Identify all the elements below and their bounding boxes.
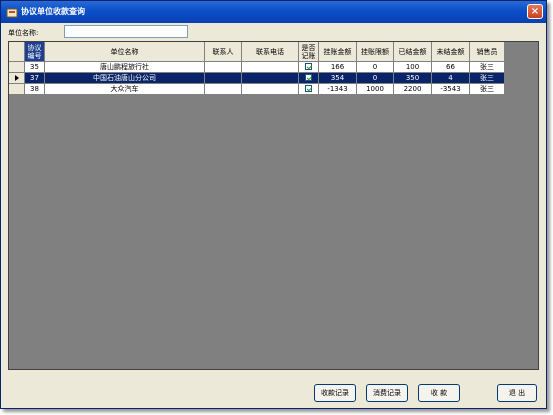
- column-header-label: 单位名称: [110, 47, 139, 56]
- cell-unsettled[interactable]: 66: [432, 62, 470, 73]
- charged-checkbox[interactable]: [305, 74, 312, 81]
- cell-charged[interactable]: [299, 84, 319, 95]
- grid-corner: [9, 42, 25, 62]
- title-bar[interactable]: 协议单位收款查询 ×: [1, 1, 546, 23]
- window-title: 协议单位收款查询: [21, 7, 85, 16]
- unit-name-label: 单位名称:: [8, 29, 39, 37]
- cell-salesperson[interactable]: 张三: [470, 62, 505, 73]
- column-header-label: 挂账限额: [361, 47, 389, 56]
- column-header-label: 已结金额: [398, 47, 427, 56]
- table-row[interactable]: 35 唐山鹏程旅行社 166 0 100 66 张三: [9, 62, 538, 73]
- column-header-id[interactable]: 协议编号: [25, 42, 45, 62]
- unit-name-input[interactable]: [64, 25, 188, 38]
- column-header-limit[interactable]: 挂账限额: [357, 42, 394, 62]
- receipt-record-button[interactable]: 收款记录: [314, 384, 356, 402]
- column-header-label: 协议编号: [27, 43, 42, 60]
- cell-limit[interactable]: 0: [357, 62, 394, 73]
- cell-contact[interactable]: [205, 62, 242, 73]
- current-row-arrow-icon: [14, 75, 19, 81]
- close-button[interactable]: ×: [527, 4, 543, 19]
- query-window: 协议单位收款查询 × 单位名称: 协议编号 单位名称 联系人 联系电话 是否记账…: [0, 0, 547, 409]
- cell-amount[interactable]: -1343: [319, 84, 357, 95]
- column-header-label: 挂账金额: [323, 47, 352, 56]
- column-header-phone[interactable]: 联系电话: [242, 42, 299, 62]
- charged-checkbox[interactable]: [305, 63, 312, 70]
- cell-name[interactable]: 中国石油唐山分公司: [45, 73, 205, 84]
- cell-charged[interactable]: [299, 62, 319, 73]
- column-header-label: 联系人: [212, 47, 234, 56]
- cell-limit[interactable]: 0: [357, 73, 394, 84]
- row-indicator[interactable]: [9, 62, 25, 73]
- cell-amount[interactable]: 354: [319, 73, 357, 84]
- column-header-contact[interactable]: 联系人: [205, 42, 242, 62]
- close-icon: ×: [530, 6, 540, 17]
- exit-button[interactable]: 退 出: [497, 384, 537, 402]
- cell-name[interactable]: 大众汽车: [45, 84, 205, 95]
- cell-salesperson[interactable]: 张三: [470, 84, 505, 95]
- cell-charged[interactable]: [299, 73, 319, 84]
- cell-settled[interactable]: 100: [394, 62, 432, 73]
- column-header-name[interactable]: 单位名称: [45, 42, 205, 62]
- column-header-charged[interactable]: 是否记账: [299, 42, 319, 62]
- column-header-label: 未结金额: [436, 47, 465, 56]
- table-row[interactable]: 37 中国石油唐山分公司 354 0 350 4 张三: [9, 73, 538, 84]
- consume-record-button[interactable]: 消费记录: [366, 384, 408, 402]
- column-header-amount[interactable]: 挂账金额: [319, 42, 357, 62]
- app-icon: [6, 6, 18, 18]
- cell-id[interactable]: 38: [25, 84, 45, 95]
- column-header-label: 联系电话: [256, 47, 284, 56]
- charged-checkbox[interactable]: [305, 85, 312, 92]
- column-header-unsettled[interactable]: 未结金额: [432, 42, 470, 62]
- cell-limit[interactable]: 1000: [357, 84, 394, 95]
- cell-contact[interactable]: [205, 84, 242, 95]
- cell-salesperson[interactable]: 张三: [470, 73, 505, 84]
- column-header-label: 销售员: [476, 47, 498, 56]
- cell-contact[interactable]: [205, 73, 242, 84]
- cell-id[interactable]: 37: [25, 73, 45, 84]
- data-grid[interactable]: 协议编号 单位名称 联系人 联系电话 是否记账 挂账金额 挂账限额 已结金额 未…: [8, 41, 539, 370]
- cell-settled[interactable]: 350: [394, 73, 432, 84]
- collect-button[interactable]: 收 款: [418, 384, 460, 402]
- cell-unsettled[interactable]: 4: [432, 73, 470, 84]
- row-indicator[interactable]: [9, 84, 25, 95]
- row-indicator[interactable]: [9, 73, 25, 84]
- table-row[interactable]: 38 大众汽车 -1343 1000 2200 -3543 张三: [9, 84, 538, 95]
- cell-id[interactable]: 35: [25, 62, 45, 73]
- column-header-settled[interactable]: 已结金额: [394, 42, 432, 62]
- column-header-label: 是否记账: [301, 43, 316, 60]
- column-header-salesperson[interactable]: 销售员: [470, 42, 505, 62]
- cell-unsettled[interactable]: -3543: [432, 84, 470, 95]
- cell-amount[interactable]: 166: [319, 62, 357, 73]
- cell-settled[interactable]: 2200: [394, 84, 432, 95]
- cell-phone[interactable]: [242, 62, 299, 73]
- cell-phone[interactable]: [242, 73, 299, 84]
- cell-name[interactable]: 唐山鹏程旅行社: [45, 62, 205, 73]
- cell-phone[interactable]: [242, 84, 299, 95]
